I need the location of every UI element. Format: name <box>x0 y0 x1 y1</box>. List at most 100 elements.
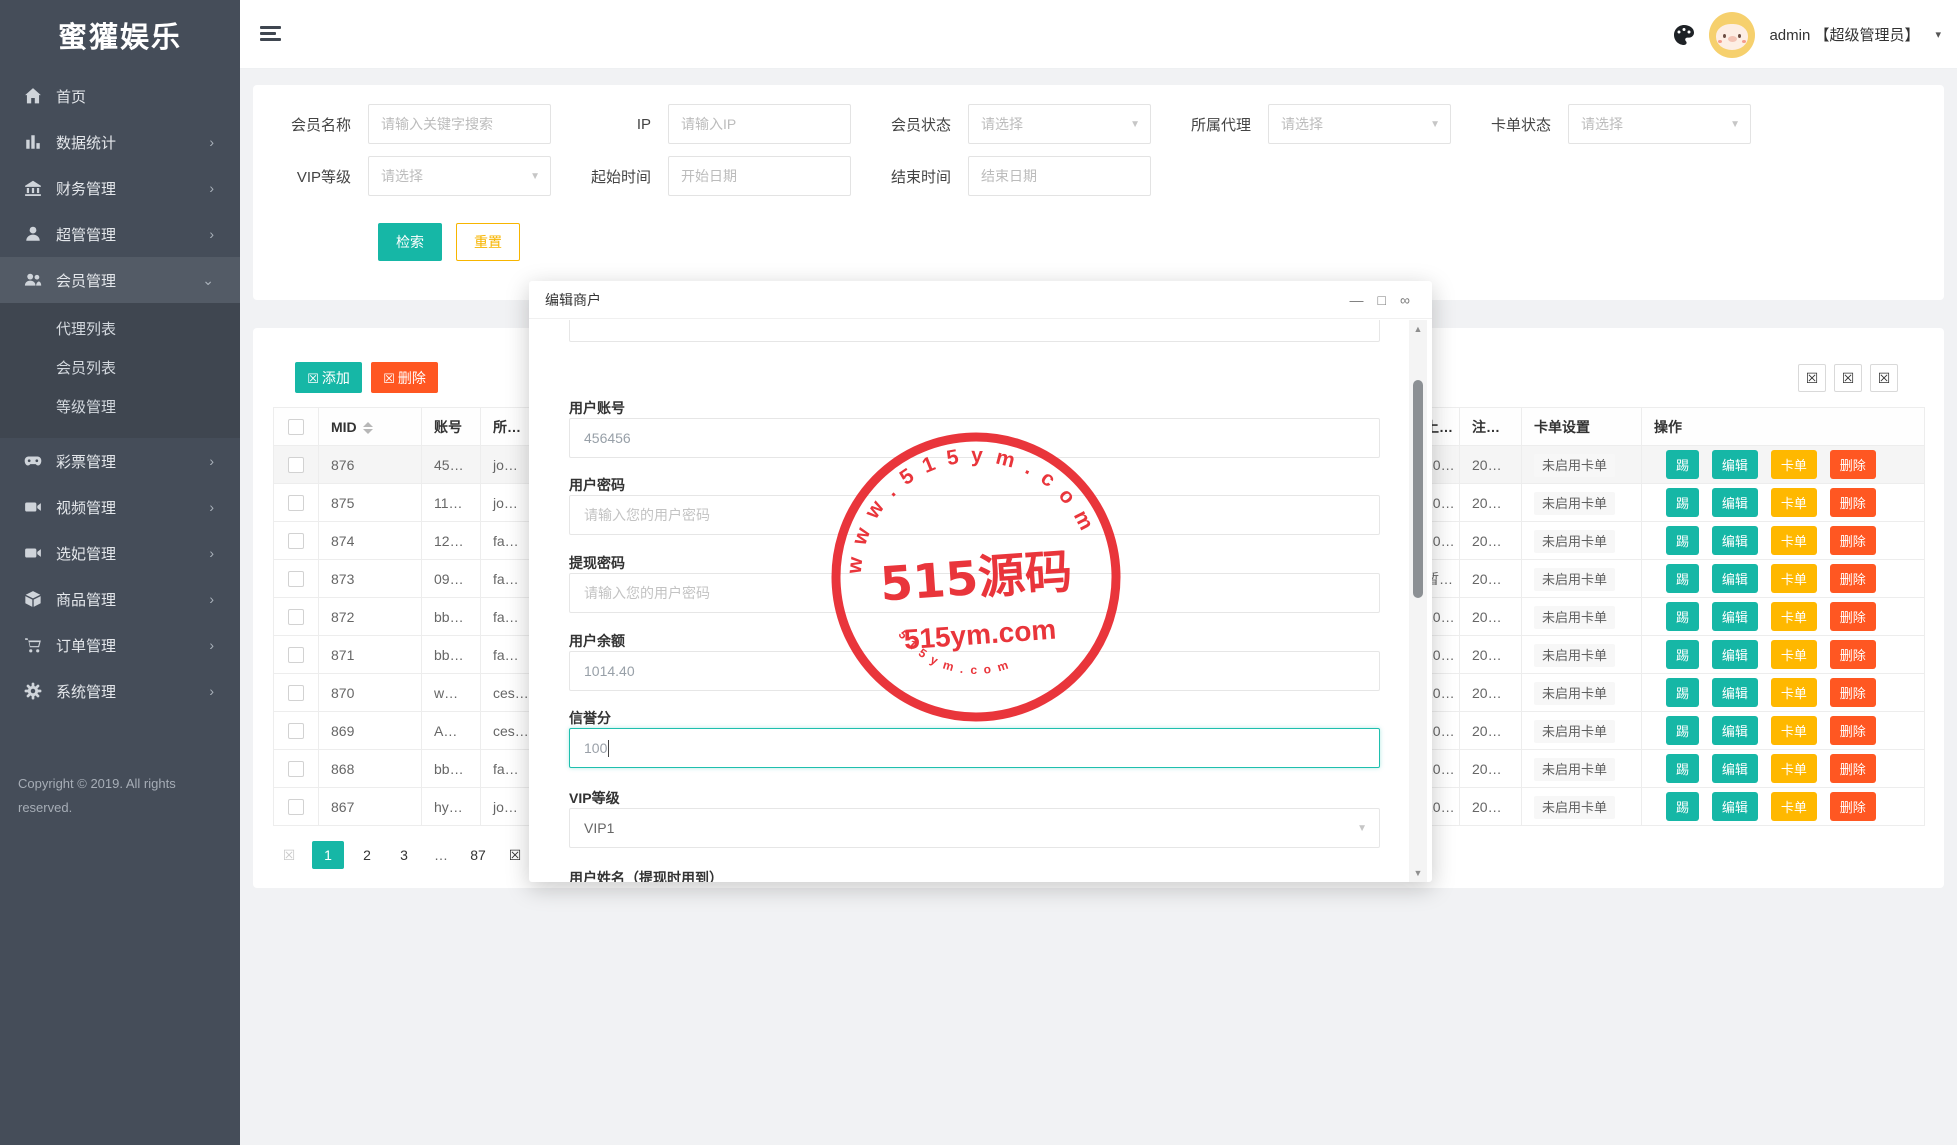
close-icon[interactable]: ∞ <box>1400 292 1410 308</box>
edit-button[interactable]: 编辑 <box>1712 488 1758 517</box>
edit-button[interactable]: 编辑 <box>1712 602 1758 631</box>
prev-page-icon[interactable]: ☒ <box>275 841 303 869</box>
select-all-checkbox[interactable] <box>288 419 304 435</box>
card-button[interactable]: 卡单 <box>1771 602 1817 631</box>
sidebar-item-orders[interactable]: 订单管理 › <box>0 622 240 668</box>
row-checkbox[interactable] <box>288 647 304 663</box>
table-print-icon[interactable]: ☒ <box>1870 364 1898 392</box>
row-delete-button[interactable]: 删除 <box>1830 526 1876 555</box>
sort-icon[interactable] <box>363 422 373 434</box>
kick-button[interactable]: 踢 <box>1666 564 1699 593</box>
row-checkbox[interactable] <box>288 761 304 777</box>
card-button[interactable]: 卡单 <box>1771 564 1817 593</box>
card-button[interactable]: 卡单 <box>1771 754 1817 783</box>
page-2[interactable]: 2 <box>353 841 381 869</box>
row-delete-button[interactable]: 删除 <box>1830 564 1876 593</box>
edit-button[interactable]: 编辑 <box>1712 792 1758 821</box>
reset-button[interactable]: 重置 <box>456 223 520 261</box>
sidebar-item-system[interactable]: 系统管理 › <box>0 668 240 714</box>
sidebar-item-members[interactable]: 会员管理 ⌄ <box>0 257 240 303</box>
row-checkbox[interactable] <box>288 799 304 815</box>
card-button[interactable]: 卡单 <box>1771 716 1817 745</box>
sidebar-item-goods[interactable]: 商品管理 › <box>0 576 240 622</box>
row-delete-button[interactable]: 删除 <box>1830 488 1876 517</box>
next-page-icon[interactable]: ☒ <box>501 841 529 869</box>
scrollbar-thumb[interactable] <box>1413 380 1423 598</box>
add-button[interactable]: ☒添加 <box>295 362 362 393</box>
row-checkbox[interactable] <box>288 609 304 625</box>
edit-button[interactable]: 编辑 <box>1712 678 1758 707</box>
kick-button[interactable]: 踢 <box>1666 640 1699 669</box>
row-checkbox[interactable] <box>288 685 304 701</box>
sidebar-item-home[interactable]: 首页 <box>0 73 240 119</box>
row-delete-button[interactable]: 删除 <box>1830 678 1876 707</box>
row-delete-button[interactable]: 删除 <box>1830 716 1876 745</box>
account-input[interactable] <box>570 419 1379 457</box>
card-button[interactable]: 卡单 <box>1771 488 1817 517</box>
table-export-icon[interactable]: ☒ <box>1834 364 1862 392</box>
edit-button[interactable]: 编辑 <box>1712 526 1758 555</box>
start-date-input[interactable] <box>669 157 850 195</box>
kick-button[interactable]: 踢 <box>1666 754 1699 783</box>
edit-button[interactable]: 编辑 <box>1712 564 1758 593</box>
page-3[interactable]: 3 <box>390 841 418 869</box>
card-button[interactable]: 卡单 <box>1771 640 1817 669</box>
table-filter-icon[interactable]: ☒ <box>1798 364 1826 392</box>
sidebar-item-member-list[interactable]: 会员列表 <box>0 348 240 387</box>
sidebar-item-xuanfei[interactable]: 选妃管理 › <box>0 530 240 576</box>
username-label[interactable]: admin 【超级管理员】 <box>1769 24 1919 45</box>
edit-button[interactable]: 编辑 <box>1712 640 1758 669</box>
row-delete-button[interactable]: 删除 <box>1830 602 1876 631</box>
row-delete-button[interactable]: 删除 <box>1830 792 1876 821</box>
modal-scrollbar[interactable]: ▲ ▼ <box>1409 320 1427 882</box>
card-button[interactable]: 卡单 <box>1771 526 1817 555</box>
ip-input[interactable] <box>669 105 850 143</box>
kick-button[interactable]: 踢 <box>1666 678 1699 707</box>
kick-button[interactable]: 踢 <box>1666 526 1699 555</box>
sidebar-item-admin[interactable]: 超管管理 › <box>0 211 240 257</box>
search-button[interactable]: 检索 <box>378 223 442 261</box>
user-avatar[interactable] <box>1709 12 1755 58</box>
sidebar-item-finance[interactable]: 财务管理 › <box>0 165 240 211</box>
cutoff-input[interactable] <box>569 320 1380 342</box>
row-checkbox[interactable] <box>288 457 304 473</box>
minimize-icon[interactable]: — <box>1350 292 1364 308</box>
edit-button[interactable]: 编辑 <box>1712 450 1758 479</box>
edit-button[interactable]: 编辑 <box>1712 754 1758 783</box>
row-delete-button[interactable]: 删除 <box>1830 640 1876 669</box>
sidebar-item-lottery[interactable]: 彩票管理 › <box>0 438 240 484</box>
user-menu-caret-icon[interactable]: ▾ <box>1935 28 1941 41</box>
sidebar-item-level-mgmt[interactable]: 等级管理 <box>0 387 240 426</box>
menu-toggle-icon[interactable] <box>260 26 282 42</box>
agent-select[interactable]: 请选择 ▼ <box>1268 104 1451 144</box>
kick-button[interactable]: 踢 <box>1666 716 1699 745</box>
kick-button[interactable]: 踢 <box>1666 450 1699 479</box>
maximize-icon[interactable]: □ <box>1378 292 1386 308</box>
member-status-select[interactable]: 请选择 ▼ <box>968 104 1151 144</box>
vip-level-select[interactable]: 请选择 ▼ <box>368 156 551 196</box>
row-delete-button[interactable]: 删除 <box>1830 450 1876 479</box>
scroll-down-icon[interactable]: ▼ <box>1409 868 1427 878</box>
row-checkbox[interactable] <box>288 495 304 511</box>
delete-button[interactable]: ☒删除 <box>371 362 438 393</box>
kick-button[interactable]: 踢 <box>1666 488 1699 517</box>
page-last[interactable]: 87 <box>464 841 492 869</box>
balance-input[interactable] <box>570 652 1379 690</box>
edit-button[interactable]: 编辑 <box>1712 716 1758 745</box>
credit-score-input[interactable]: 100 <box>569 728 1380 768</box>
kick-button[interactable]: 踢 <box>1666 792 1699 821</box>
card-button[interactable]: 卡单 <box>1771 450 1817 479</box>
scroll-up-icon[interactable]: ▲ <box>1409 324 1427 334</box>
vip-level-select[interactable]: VIP1 ▼ <box>569 808 1380 848</box>
card-button[interactable]: 卡单 <box>1771 678 1817 707</box>
row-checkbox[interactable] <box>288 571 304 587</box>
card-status-select[interactable]: 请选择 ▼ <box>1568 104 1751 144</box>
page-1[interactable]: 1 <box>312 841 344 869</box>
row-checkbox[interactable] <box>288 533 304 549</box>
member-name-input[interactable] <box>369 105 550 143</box>
sidebar-item-video[interactable]: 视频管理 › <box>0 484 240 530</box>
withdraw-password-input[interactable] <box>570 574 1379 612</box>
sidebar-item-stats[interactable]: 数据统计 › <box>0 119 240 165</box>
theme-palette-icon[interactable] <box>1673 24 1695 46</box>
password-input[interactable] <box>570 496 1379 534</box>
